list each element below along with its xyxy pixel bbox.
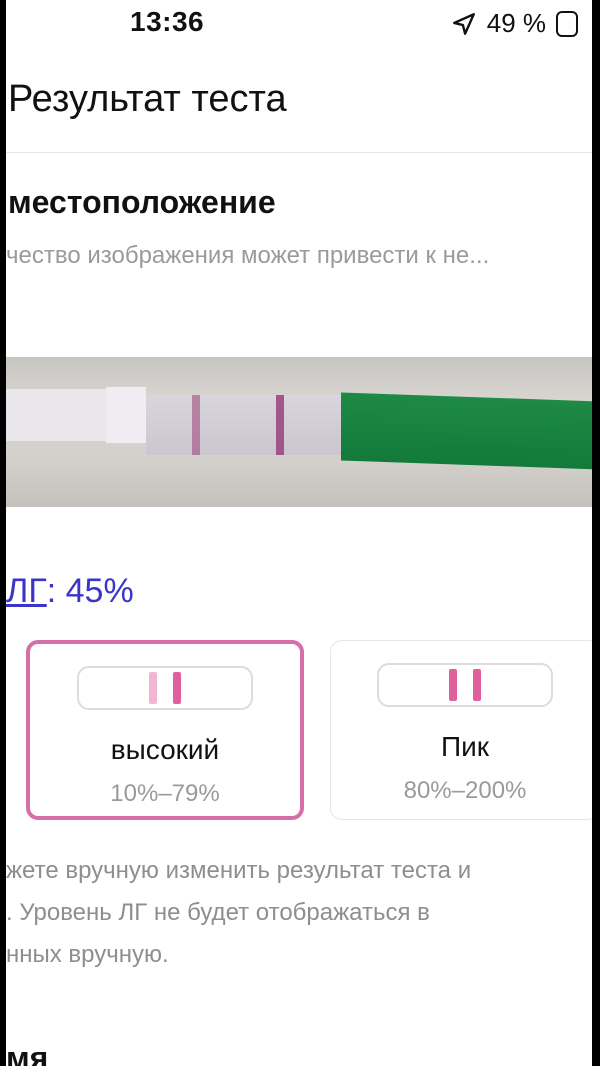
page-title: Результат теста (8, 78, 287, 120)
card-label-high: высокий (110, 734, 220, 765)
next-section-title: мя (6, 1040, 49, 1066)
location-arrow-icon (452, 12, 475, 35)
strip-test-line (276, 395, 284, 455)
card-range-peak: 80%–200% (403, 777, 527, 804)
status-bar: 13:36 49 % (0, 0, 600, 52)
header-divider (0, 152, 600, 153)
note-line-3: нных вручную. (6, 941, 169, 968)
status-right: 49 % (451, 8, 578, 39)
manual-edit-note: жете вручную изменить результат теста и … (0, 850, 600, 976)
test-strip-photo[interactable] (6, 357, 592, 507)
lh-info-link[interactable]: ЛГ (6, 572, 47, 610)
lh-value: : 45% (46, 572, 134, 610)
strip-control-line (192, 395, 200, 455)
lh-result: ЛГ: 45% (6, 572, 134, 611)
strip-sample-pad (6, 389, 106, 441)
battery-icon (556, 10, 578, 37)
strip-result-window (146, 395, 346, 455)
mini-strip-high (77, 666, 253, 710)
mini-strip-peak (377, 663, 553, 707)
card-label-peak: Пик (440, 731, 489, 762)
section-subtitle: чество изображения может привести к не..… (6, 242, 490, 269)
screen-edge-right (592, 0, 600, 1066)
note-line-2: . Уровень ЛГ не будет отображаться в (6, 899, 430, 926)
battery-percentage: 49 % (486, 8, 546, 38)
note-line-1: жете вручную изменить результат теста и (6, 857, 472, 884)
result-card-high[interactable]: высокий 10%–79% (26, 640, 304, 820)
mini-strip-line-1 (449, 669, 457, 701)
screen-edge-left (0, 0, 6, 1066)
strip-handle (341, 392, 592, 470)
mini-strip-line-2 (473, 669, 481, 701)
mini-strip-line-strong (173, 672, 181, 704)
status-time: 13:36 (130, 6, 205, 37)
card-range-high: 10%–79% (110, 780, 220, 807)
screen: 13:36 49 % Результат теста местоположени… (0, 0, 600, 1066)
section-title: местоположение (8, 184, 276, 220)
mini-strip-line-faint (149, 672, 157, 704)
result-card-peak[interactable]: Пик 80%–200% (330, 640, 600, 820)
strip-pale-area (106, 387, 146, 443)
